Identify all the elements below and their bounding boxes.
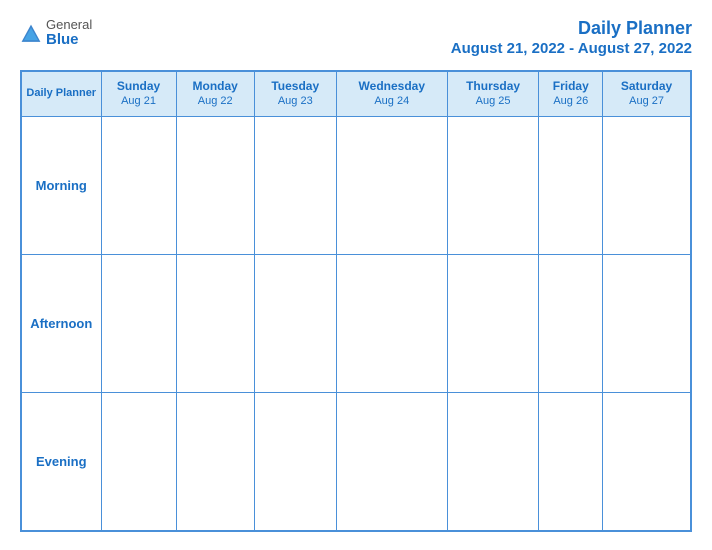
morning-friday-cell[interactable]	[539, 117, 603, 255]
col-header-sunday: Sunday Aug 21	[101, 71, 176, 117]
morning-saturday-cell[interactable]	[603, 117, 691, 255]
morning-sunday-cell[interactable]	[101, 117, 176, 255]
logo-icon	[20, 23, 42, 45]
logo-text: General Blue	[46, 18, 92, 49]
day-name-saturday: Saturday	[605, 79, 688, 95]
morning-label: Morning	[21, 117, 101, 255]
evening-friday-cell[interactable]	[539, 393, 603, 531]
col-header-tuesday: Tuesday Aug 23	[254, 71, 336, 117]
col-header-wednesday: Wednesday Aug 24	[336, 71, 447, 117]
morning-monday-cell[interactable]	[176, 117, 254, 255]
afternoon-saturday-cell[interactable]	[603, 255, 691, 393]
evening-wednesday-cell[interactable]	[336, 393, 447, 531]
evening-row: Evening	[21, 393, 691, 531]
day-name-monday: Monday	[179, 79, 252, 95]
evening-tuesday-cell[interactable]	[254, 393, 336, 531]
page-title: Daily Planner	[578, 18, 692, 38]
day-date-monday: Aug 22	[179, 94, 252, 108]
day-date-wednesday: Aug 24	[339, 94, 445, 108]
evening-thursday-cell[interactable]	[447, 393, 539, 531]
afternoon-sunday-cell[interactable]	[101, 255, 176, 393]
logo-general-text: General	[46, 18, 92, 32]
header-row: Daily Planner Sunday Aug 21 Monday Aug 2…	[21, 71, 691, 117]
afternoon-friday-cell[interactable]	[539, 255, 603, 393]
afternoon-tuesday-cell[interactable]	[254, 255, 336, 393]
logo-blue-text: Blue	[46, 32, 92, 49]
day-date-thursday: Aug 25	[450, 94, 537, 108]
evening-sunday-cell[interactable]	[101, 393, 176, 531]
day-name-sunday: Sunday	[104, 79, 174, 95]
day-date-friday: Aug 26	[541, 94, 600, 108]
title-area: Daily Planner August 21, 2022 - August 2…	[451, 18, 692, 58]
afternoon-monday-cell[interactable]	[176, 255, 254, 393]
header: General Blue Daily Planner August 21, 20…	[20, 18, 692, 58]
morning-wednesday-cell[interactable]	[336, 117, 447, 255]
date-range: August 21, 2022 - August 27, 2022	[451, 40, 692, 57]
afternoon-thursday-cell[interactable]	[447, 255, 539, 393]
evening-label: Evening	[21, 393, 101, 531]
afternoon-row: Afternoon	[21, 255, 691, 393]
planner-header-cell: Daily Planner	[21, 71, 101, 117]
morning-thursday-cell[interactable]	[447, 117, 539, 255]
day-date-tuesday: Aug 23	[257, 94, 334, 108]
col-header-friday: Friday Aug 26	[539, 71, 603, 117]
day-name-tuesday: Tuesday	[257, 79, 334, 95]
col-header-saturday: Saturday Aug 27	[603, 71, 691, 117]
col-header-thursday: Thursday Aug 25	[447, 71, 539, 117]
afternoon-label: Afternoon	[21, 255, 101, 393]
afternoon-wednesday-cell[interactable]	[336, 255, 447, 393]
day-name-friday: Friday	[541, 79, 600, 95]
day-date-saturday: Aug 27	[605, 94, 688, 108]
logo-area: General Blue	[20, 18, 92, 49]
day-name-thursday: Thursday	[450, 79, 537, 95]
day-date-sunday: Aug 21	[104, 94, 174, 108]
col-header-monday: Monday Aug 22	[176, 71, 254, 117]
morning-tuesday-cell[interactable]	[254, 117, 336, 255]
calendar-table: Daily Planner Sunday Aug 21 Monday Aug 2…	[20, 70, 692, 532]
morning-row: Morning	[21, 117, 691, 255]
day-name-wednesday: Wednesday	[339, 79, 445, 95]
evening-monday-cell[interactable]	[176, 393, 254, 531]
evening-saturday-cell[interactable]	[603, 393, 691, 531]
page: General Blue Daily Planner August 21, 20…	[0, 0, 712, 550]
